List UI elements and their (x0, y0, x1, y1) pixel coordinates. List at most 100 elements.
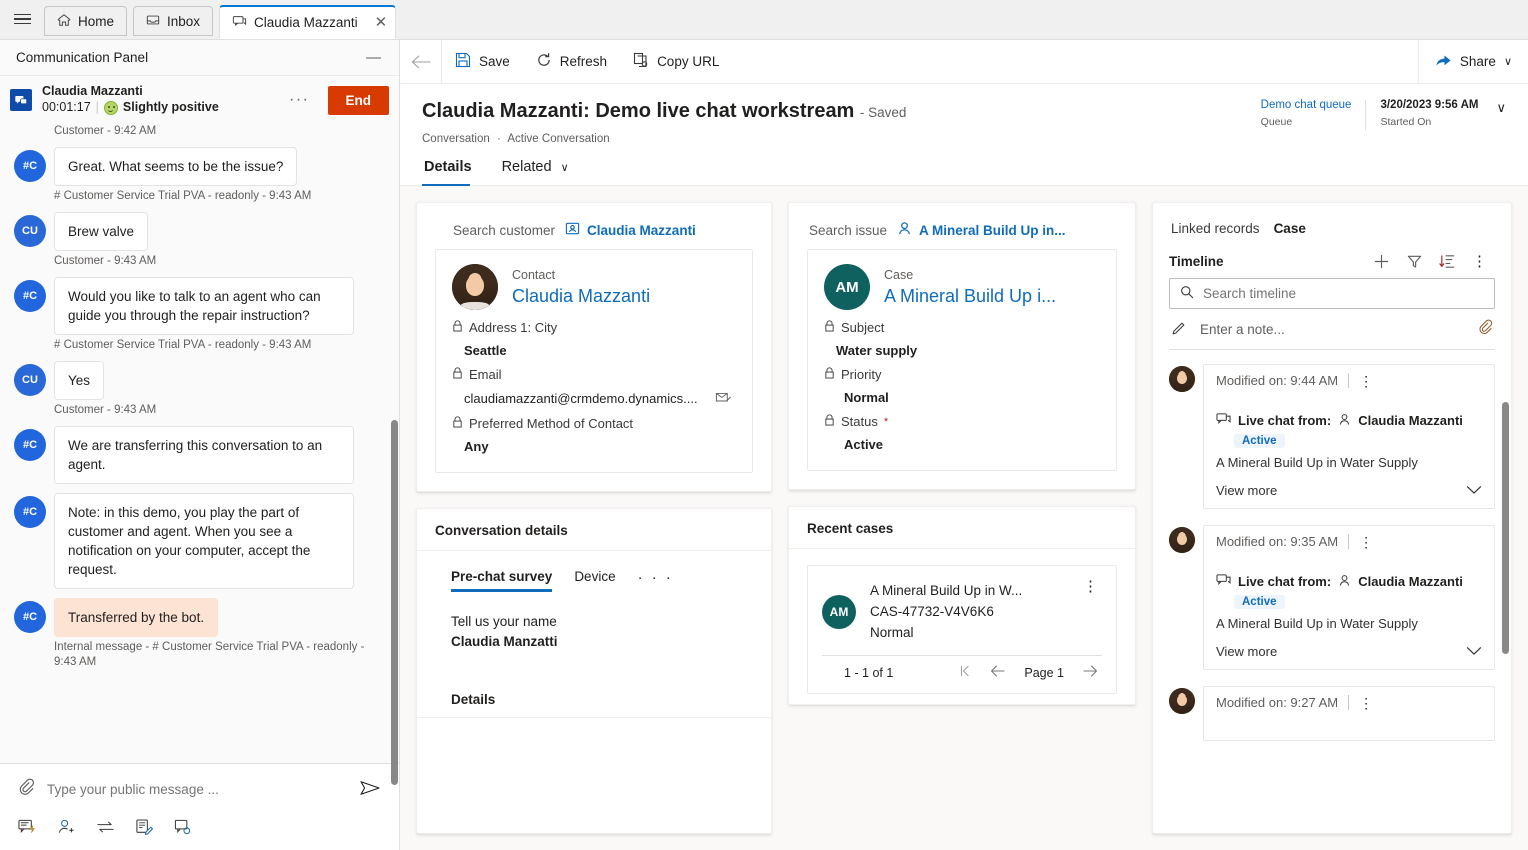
next-page-icon[interactable] (1082, 664, 1098, 681)
case-name-link[interactable]: A Mineral Build Up i... (884, 284, 1056, 308)
column-case: Search issue A Mineral Build Up in... AM (788, 202, 1136, 834)
filter-icon[interactable] (1398, 253, 1431, 270)
sort-icon[interactable] (1431, 253, 1464, 270)
recent-case-item[interactable]: AM A Mineral Build Up in W... CAS-47732-… (807, 565, 1117, 694)
end-conversation-button[interactable]: End (327, 85, 389, 115)
field-value-text: Seattle (464, 343, 507, 358)
sentiment-label: Slightly positive (122, 100, 219, 114)
close-icon[interactable]: ✕ (375, 15, 388, 30)
linked-records-value[interactable]: Case (1274, 221, 1306, 236)
contact-name-link[interactable]: Claudia Mazzanti (512, 284, 650, 308)
notes-icon[interactable] (135, 818, 154, 836)
search-customer-value[interactable]: Claudia Mazzanti (565, 221, 696, 239)
search-issue-value[interactable]: A Mineral Build Up in... (897, 221, 1066, 239)
conversation-substatus: 00:01:17 | Slightly positive (42, 99, 271, 116)
message-bubble: Transferred by the bot. (54, 598, 219, 637)
timeline-modified-on: Modified on: 9:35 AM (1216, 534, 1350, 549)
timeline-search-input[interactable] (1203, 286, 1484, 301)
transfer-icon[interactable] (96, 818, 115, 836)
share-icon (1435, 52, 1452, 71)
composer-input-row (0, 764, 399, 812)
hamburger-icon[interactable] (0, 0, 44, 39)
case-header: AM Case A Mineral Build Up i... (824, 264, 1100, 310)
tab-device[interactable]: Device (574, 569, 615, 592)
share-button[interactable]: Share ∨ (1417, 39, 1528, 84)
recent-case-priority: Normal (870, 625, 914, 640)
tab-details[interactable]: Details (422, 153, 484, 186)
search-customer-row: Search customer Claudia Mazzanti (417, 203, 771, 249)
send-icon[interactable] (359, 779, 381, 800)
timeline-scrollbar[interactable] (1502, 402, 1509, 654)
copy-url-button[interactable]: Copy URL (620, 40, 732, 84)
recent-case-row: AM A Mineral Build Up in W... CAS-47732-… (822, 579, 1102, 643)
conversation-more-button[interactable]: ··· (281, 91, 317, 109)
header-field-queue[interactable]: Demo chat queue Queue (1247, 98, 1366, 128)
breadcrumb-entity[interactable]: Conversation (422, 133, 490, 145)
paperclip-icon[interactable] (1478, 319, 1493, 339)
timeline-item-card[interactable]: Modified on: 9:27 AM ⋮ (1203, 686, 1495, 741)
tab-related[interactable]: Related ∨ (500, 153, 581, 185)
field-label-address-city: Address 1: City (452, 320, 736, 335)
breadcrumb-separator: · (496, 133, 501, 145)
home-icon (57, 13, 71, 30)
timeline-search[interactable] (1169, 278, 1495, 309)
timeline-item-card[interactable]: Modified on: 9:35 AM ⋮ Live chat from: C… (1203, 525, 1495, 670)
refresh-button[interactable]: Refresh (523, 40, 620, 84)
message-bubble: Brew valve (54, 212, 149, 251)
back-arrow-icon[interactable] (400, 39, 442, 84)
more-commands-icon[interactable]: ⋮ (1359, 374, 1373, 388)
conversation-customer-name: Claudia Mazzanti (42, 84, 143, 98)
message-list-scrollbar[interactable] (391, 420, 398, 785)
timeline-note-row[interactable]: Enter a note... (1169, 309, 1495, 350)
tab-home-label: Home (78, 13, 115, 29)
add-record-icon[interactable] (1365, 253, 1398, 270)
timeline-item: Modified on: 9:35 AM ⋮ Live chat from: C… (1169, 525, 1495, 670)
more-commands-icon[interactable]: ⋮ (1079, 579, 1102, 594)
field-label-text: Subject (841, 320, 885, 335)
search-issue-text: A Mineral Build Up in... (919, 222, 1066, 238)
tab-home[interactable]: Home (44, 6, 128, 36)
more-commands-icon[interactable]: ⋮ (1359, 696, 1373, 710)
copy-url-icon (633, 52, 649, 71)
tab-inbox[interactable]: Inbox (133, 6, 214, 36)
email-icon[interactable] (715, 390, 732, 407)
avatar: CU (14, 364, 46, 396)
message-input[interactable] (47, 781, 347, 797)
avatar: AM (824, 264, 870, 310)
avatar (452, 264, 498, 310)
breadcrumb-view[interactable]: Active Conversation (507, 133, 609, 145)
recent-case-number: CAS-47732-V4V6K6 (870, 604, 994, 619)
save-button[interactable]: Save (442, 40, 523, 84)
more-commands-icon[interactable]: ⋮ (1464, 252, 1495, 270)
case-mini-card: AM Case A Mineral Build Up i... Subject (807, 249, 1117, 471)
field-label-text: Preferred Method of Contact (469, 416, 634, 431)
tab-claudia-mazzanti[interactable]: Claudia Mazzanti ✕ (219, 5, 397, 39)
timeline-item-card[interactable]: Modified on: 9:44 AM ⋮ Live chat from: C… (1203, 364, 1495, 509)
chat-message-bot: #C Note: in this demo, you play the part… (14, 493, 385, 589)
record-title-area: Claudia Mazzanti: Demo live chat workstr… (400, 84, 1528, 145)
tab-pre-chat-survey[interactable]: Pre-chat survey (451, 569, 553, 592)
timeline-view-more[interactable]: View more (1216, 483, 1482, 498)
minimize-icon[interactable]: — (362, 49, 385, 66)
lock-icon (452, 416, 463, 431)
add-agent-icon[interactable] (57, 818, 76, 836)
chat-message-bot: #C Great. What seems to be the issue? (14, 147, 385, 186)
survey-question: Tell us your name (451, 614, 557, 629)
message-bubble: Yes (54, 361, 105, 400)
recent-case-info: A Mineral Build Up in W... CAS-47732-V4V… (870, 580, 1065, 643)
column-timeline: Linked records Case Timeline ⋮ Search ti… (1152, 202, 1512, 834)
chevron-down-icon[interactable]: ∨ (1492, 98, 1514, 116)
paperclip-icon[interactable] (18, 778, 35, 800)
timeline-view-more[interactable]: View more (1216, 644, 1482, 659)
tab-overflow-button[interactable]: · · · (638, 569, 674, 592)
quick-reply-icon[interactable] (18, 818, 37, 836)
live-chat-icon (1216, 573, 1231, 590)
recent-cases-card: Recent cases AM A Mineral Build Up in W.… (788, 506, 1136, 705)
consult-icon[interactable] (174, 818, 193, 836)
timeline-modified-on: Modified on: 9:27 AM (1216, 695, 1350, 710)
header-field-queue-value[interactable]: Demo chat queue (1261, 98, 1352, 113)
field-value-text: Water supply (836, 343, 918, 358)
previous-page-icon[interactable] (990, 664, 1006, 681)
more-commands-icon[interactable]: ⋮ (1359, 535, 1373, 549)
first-page-icon[interactable] (958, 664, 972, 681)
